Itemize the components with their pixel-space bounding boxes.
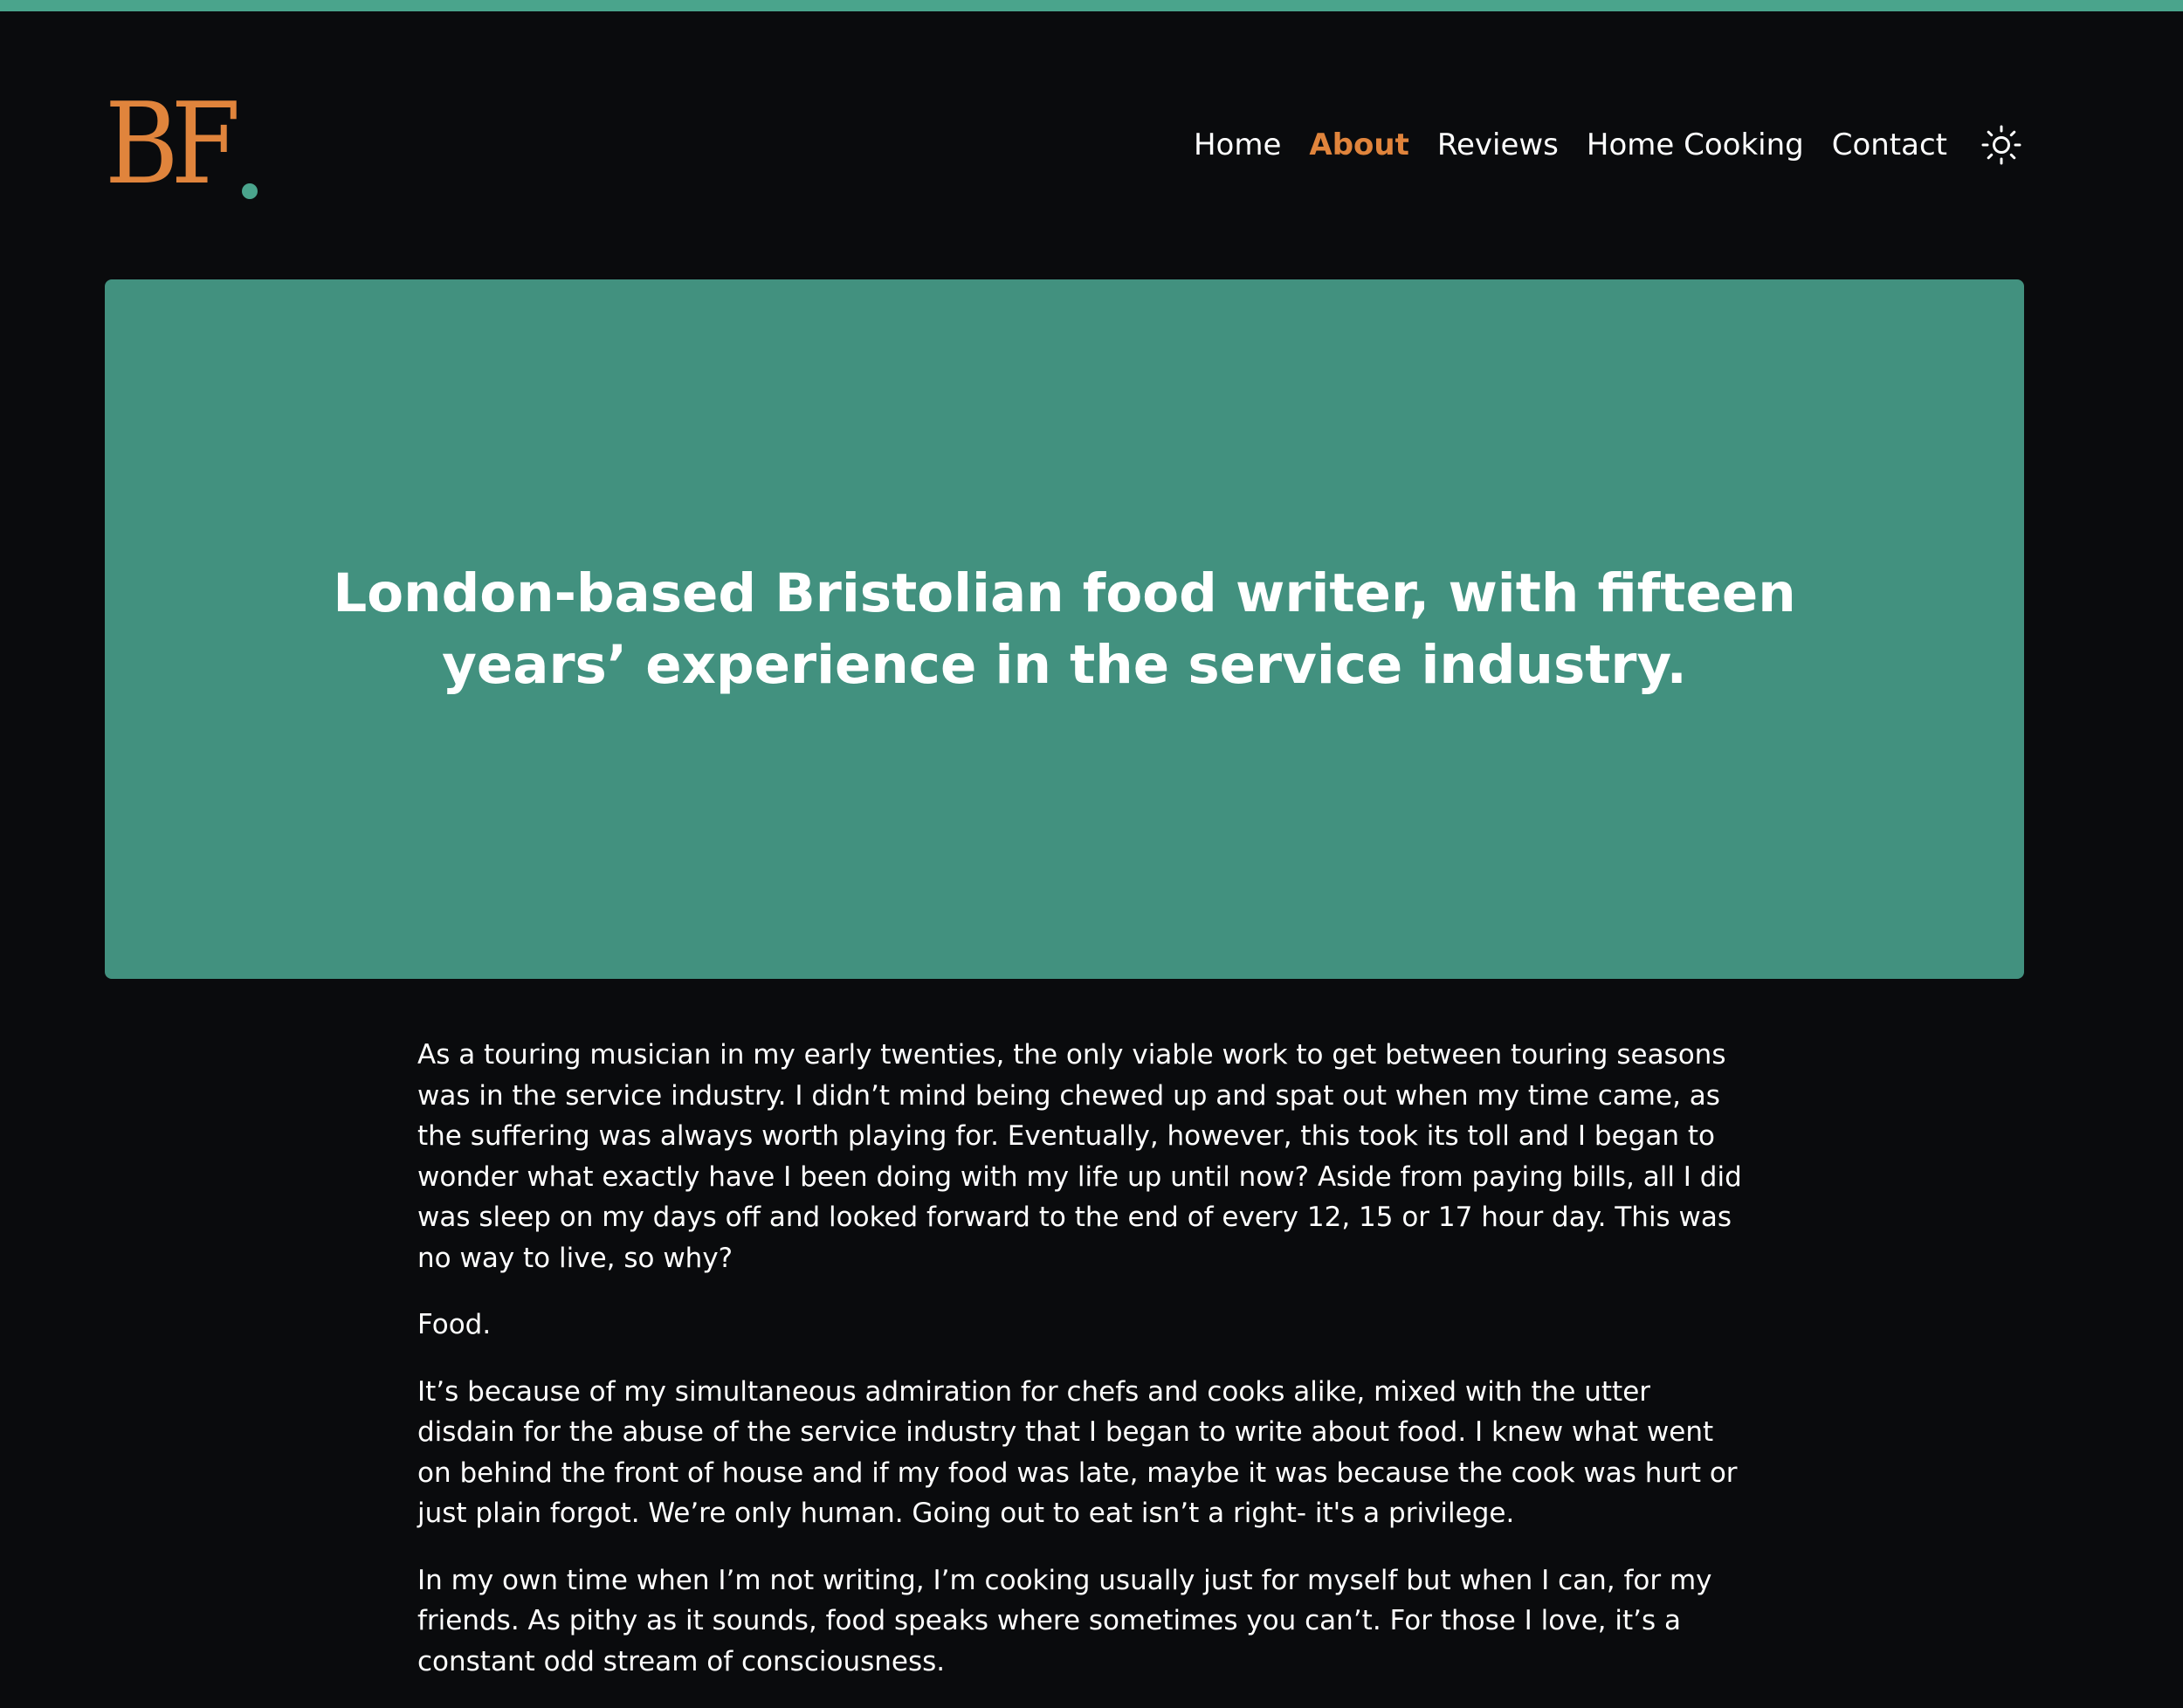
about-paragraph: As a touring musician in my early twenti… xyxy=(417,1039,1742,1274)
nav-item-reviews[interactable]: Reviews xyxy=(1437,127,1559,162)
main-nav: Home About Reviews Home Cooking Contact xyxy=(1166,121,2024,169)
site-header: BF Home About Reviews Home Cooking Conta… xyxy=(105,87,2024,201)
theme-toggle-button[interactable] xyxy=(1979,122,2024,168)
sun-icon xyxy=(1981,125,2021,165)
nav-item-home-cooking[interactable]: Home Cooking xyxy=(1587,127,1804,162)
about-paragraph: Food. xyxy=(417,1309,492,1340)
logo-dot xyxy=(241,183,258,199)
top-accent-bar xyxy=(0,0,2183,11)
nav-item-contact[interactable]: Contact xyxy=(1832,127,1947,162)
nav-item-about[interactable]: About xyxy=(1309,127,1408,162)
about-paragraph: It’s because of my simultaneous admirati… xyxy=(417,1375,1738,1530)
site-logo[interactable]: BF xyxy=(105,87,258,201)
logo-text: BF xyxy=(105,79,241,210)
about-content: As a touring musician in my early twenti… xyxy=(417,1035,1745,1708)
nav-item-home[interactable]: Home xyxy=(1194,127,1281,162)
about-paragraph: In my own time when I’m not writing, I’m… xyxy=(417,1564,1712,1677)
hero-title: London-based Bristolian food writer, wit… xyxy=(333,561,1796,696)
hero-banner: London-based Bristolian food writer, wit… xyxy=(105,279,2024,979)
